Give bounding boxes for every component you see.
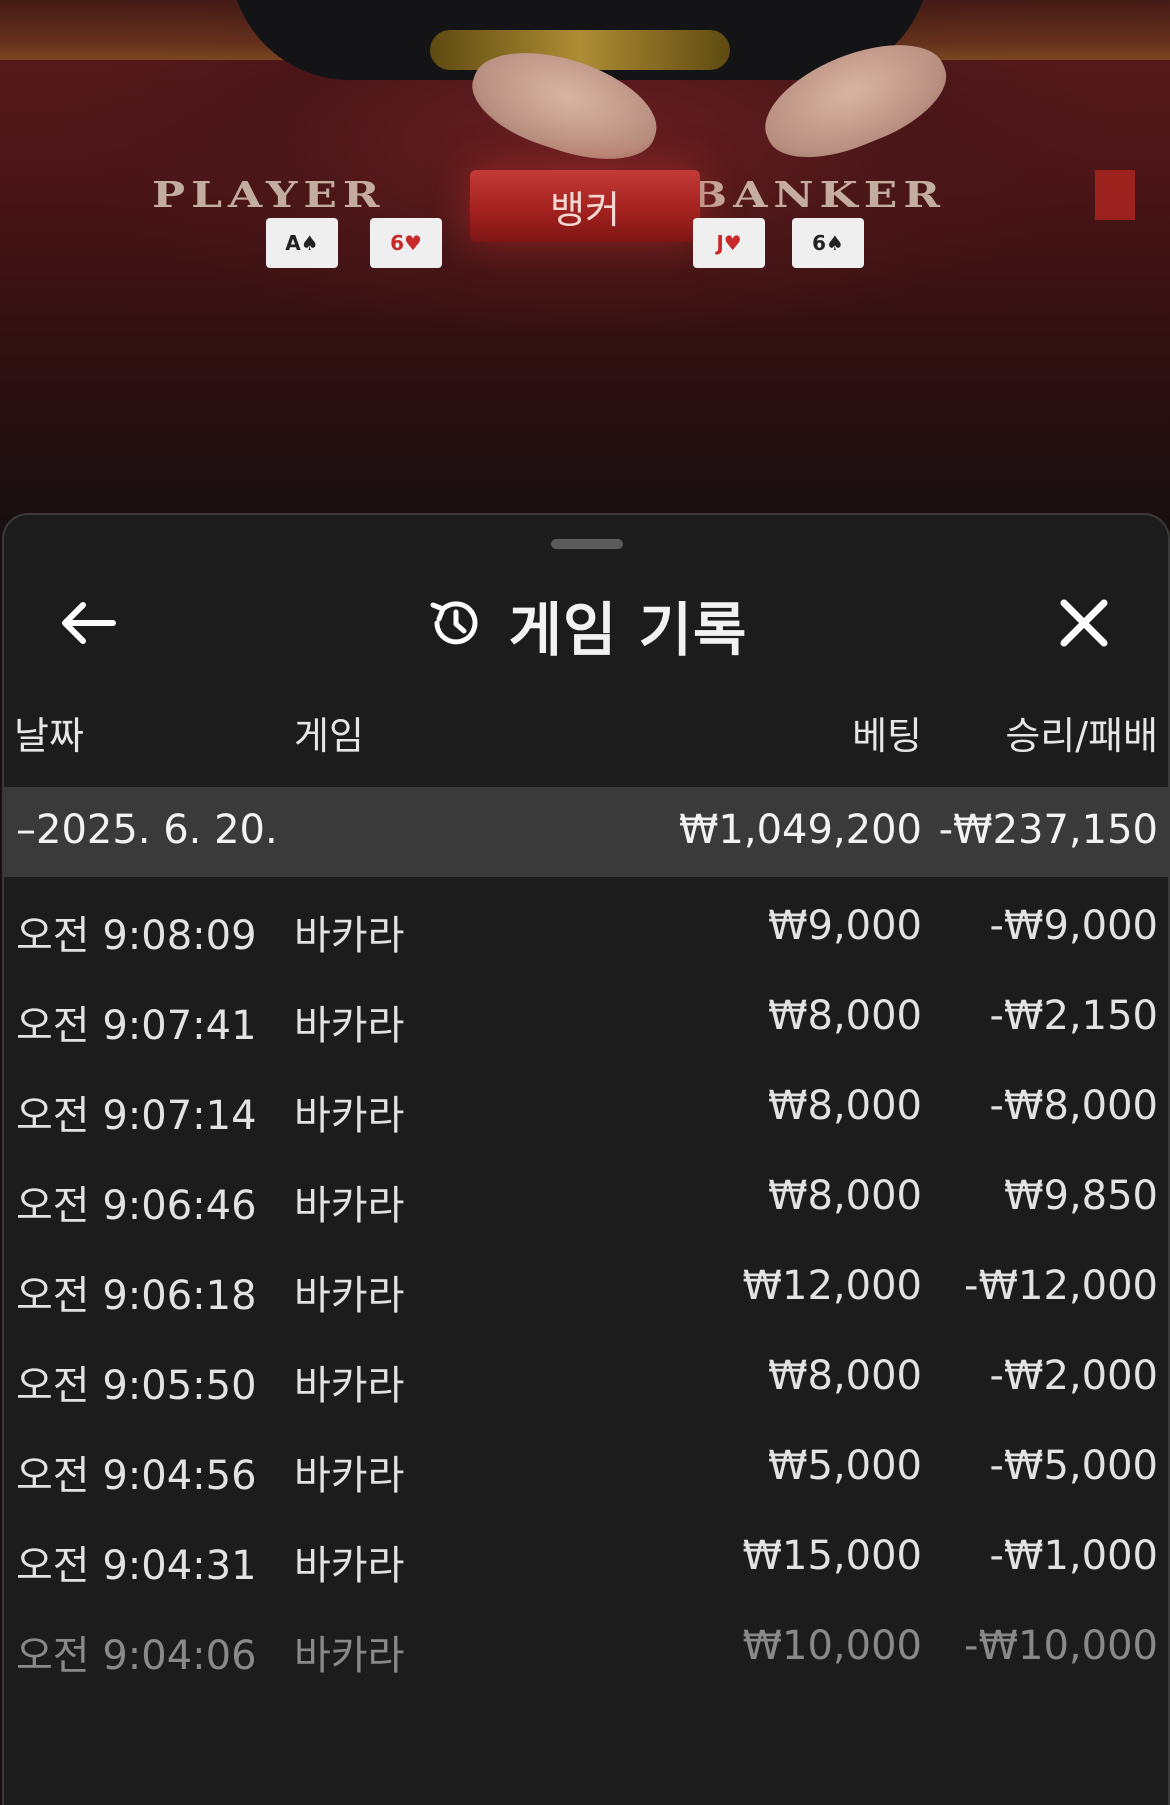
table-marker: [1095, 170, 1135, 220]
row-game: 바카라: [294, 1363, 405, 1409]
history-row[interactable]: 오전 9:05:50 바카라 ₩8,000 -₩2,000: [4, 1327, 1168, 1417]
row-time: 오전 9:04:31: [16, 1543, 257, 1589]
column-header-date: 날짜: [14, 714, 84, 758]
row-win-loss: -₩8,000: [989, 1083, 1159, 1129]
history-row[interactable]: 오전 9:04:06 바카라 ₩10,000 -₩10,000: [4, 1597, 1168, 1687]
row-win-loss: -₩12,000: [964, 1263, 1158, 1309]
date-summary-row[interactable]: –2025. 6. 20. ₩1,049,200 -₩237,150: [4, 787, 1168, 877]
row-bet: ₩12,000: [742, 1263, 922, 1309]
row-bet: ₩5,000: [767, 1443, 922, 1489]
row-bet: ₩9,000: [767, 903, 922, 949]
column-headers: 날짜 게임 베팅 승리/패배: [4, 705, 1168, 765]
sheet-header: 게임 기록: [4, 575, 1168, 675]
game-history-sheet: 게임 기록 날짜 게임 베팅 승리/패배 –2025. 6. 20. ₩1,04…: [2, 513, 1170, 1805]
row-game: 바카라: [294, 1543, 405, 1589]
row-win-loss: -₩1,000: [989, 1533, 1159, 1579]
row-game: 바카라: [294, 1183, 405, 1229]
column-header-game: 게임: [294, 714, 364, 758]
row-game: 바카라: [294, 1003, 405, 1049]
history-row[interactable]: 오전 9:06:18 바카라 ₩12,000 -₩12,000: [4, 1237, 1168, 1327]
row-bet: ₩10,000: [742, 1623, 922, 1669]
row-bet: ₩8,000: [767, 1083, 922, 1129]
row-win-loss: -₩10,000: [964, 1623, 1158, 1669]
row-time: 오전 9:06:46: [16, 1183, 257, 1229]
drag-handle[interactable]: [551, 539, 623, 549]
summary-date: –2025. 6. 20.: [16, 807, 278, 853]
history-row[interactable]: 오전 9:07:14 바카라 ₩8,000 -₩8,000: [4, 1057, 1168, 1147]
row-game: 바카라: [294, 913, 405, 959]
row-bet: ₩8,000: [767, 993, 922, 1039]
history-list: 오전 9:08:09 바카라 ₩9,000 -₩9,000 오전 9:07:41…: [4, 877, 1168, 1687]
close-button[interactable]: [1049, 595, 1119, 655]
close-icon: [1060, 599, 1108, 651]
row-time: 오전 9:07:41: [16, 1003, 257, 1049]
row-time: 오전 9:07:14: [16, 1093, 257, 1139]
history-icon: [425, 593, 485, 657]
row-time: 오전 9:08:09: [16, 913, 257, 959]
banker-table-label: BANKER: [690, 175, 946, 216]
row-bet: ₩8,000: [767, 1353, 922, 1399]
row-game: 바카라: [294, 1633, 405, 1679]
row-bet: ₩15,000: [742, 1533, 922, 1579]
row-time: 오전 9:04:06: [16, 1633, 257, 1679]
summary-bet-total: ₩1,049,200: [678, 807, 922, 853]
history-row[interactable]: 오전 9:04:56 바카라 ₩5,000 -₩5,000: [4, 1417, 1168, 1507]
history-row[interactable]: 오전 9:06:46 바카라 ₩8,000 ₩9,850: [4, 1147, 1168, 1237]
row-win-loss: -₩5,000: [989, 1443, 1159, 1489]
row-game: 바카라: [294, 1273, 405, 1319]
result-banner: 뱅커: [470, 170, 700, 242]
player-card-1: A♠: [266, 218, 338, 268]
sheet-title-group: 게임 기록: [4, 593, 1168, 664]
live-video-feed: PLAYER BANKER 뱅커 A♠ 6♥ J♥ 6♠: [0, 0, 1170, 515]
row-game: 바카라: [294, 1093, 405, 1139]
row-time: 오전 9:05:50: [16, 1363, 257, 1409]
column-header-win-loss: 승리/패배: [1005, 714, 1158, 758]
row-win-loss: ₩9,850: [1003, 1173, 1158, 1219]
row-win-loss: -₩9,000: [989, 903, 1159, 949]
column-header-bet: 베팅: [852, 714, 922, 758]
summary-win-loss-total: -₩237,150: [938, 807, 1158, 853]
history-row[interactable]: 오전 9:07:41 바카라 ₩8,000 -₩2,150: [4, 967, 1168, 1057]
row-win-loss: -₩2,000: [989, 1353, 1159, 1399]
row-time: 오전 9:06:18: [16, 1273, 257, 1319]
player-table-label: PLAYER: [152, 175, 386, 216]
history-row[interactable]: 오전 9:04:31 바카라 ₩15,000 -₩1,000: [4, 1507, 1168, 1597]
row-bet: ₩8,000: [767, 1173, 922, 1219]
sheet-title: 게임 기록: [508, 596, 748, 664]
row-win-loss: -₩2,150: [989, 993, 1159, 1039]
row-time: 오전 9:04:56: [16, 1453, 257, 1499]
player-card-2: 6♥: [370, 218, 442, 268]
row-game: 바카라: [294, 1453, 405, 1499]
history-row[interactable]: 오전 9:08:09 바카라 ₩9,000 -₩9,000: [4, 877, 1168, 967]
banker-card-1: J♥: [693, 218, 765, 268]
banker-card-2: 6♠: [792, 218, 864, 268]
